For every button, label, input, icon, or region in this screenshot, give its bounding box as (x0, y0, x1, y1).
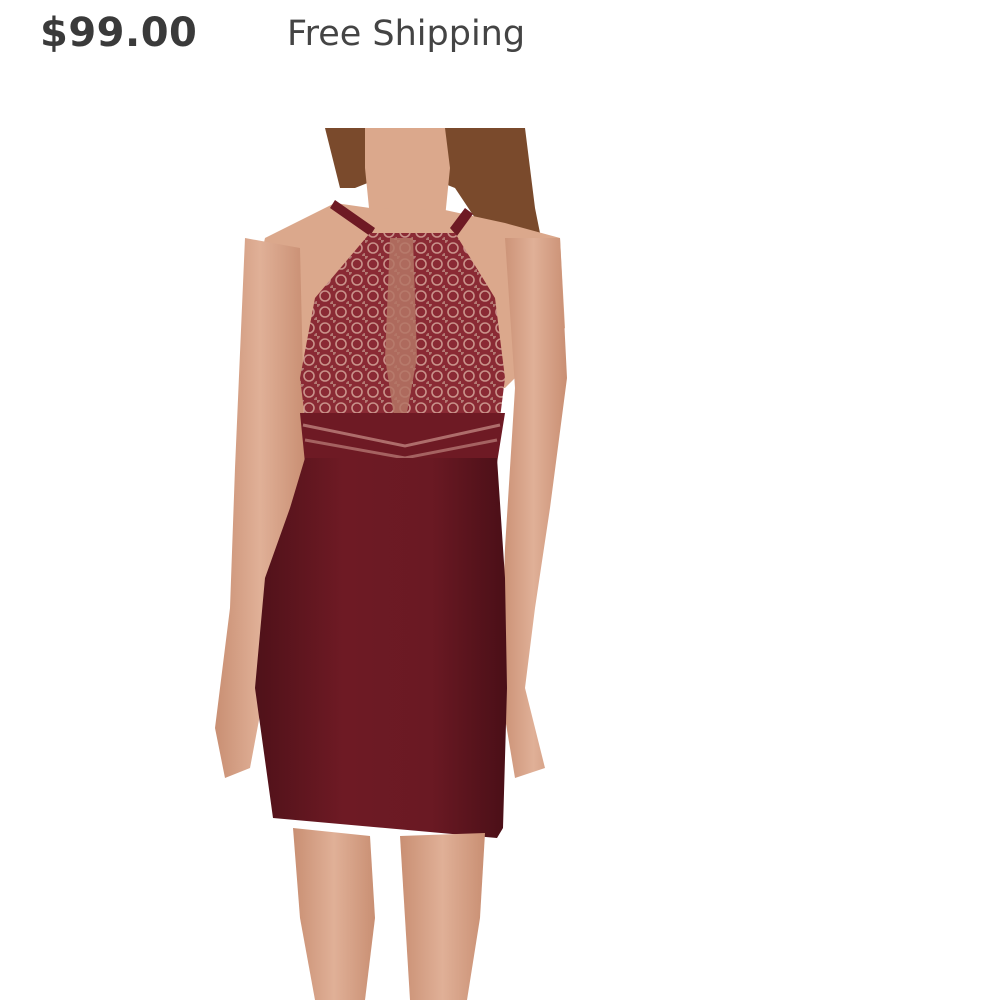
waist-band (300, 413, 505, 463)
shipping-label: Free Shipping (287, 14, 526, 54)
dress-skirt (255, 458, 507, 838)
price-row: $99.00 Free Shipping (0, 0, 1000, 80)
product-photo-svg (215, 128, 567, 1000)
right-leg (400, 833, 485, 1000)
price-label: $99.00 (40, 10, 198, 56)
product-image[interactable] (205, 128, 575, 1000)
left-leg (293, 828, 375, 1000)
product-listing: $99.00 Free Shipping (0, 0, 1000, 1000)
neck (365, 128, 450, 218)
